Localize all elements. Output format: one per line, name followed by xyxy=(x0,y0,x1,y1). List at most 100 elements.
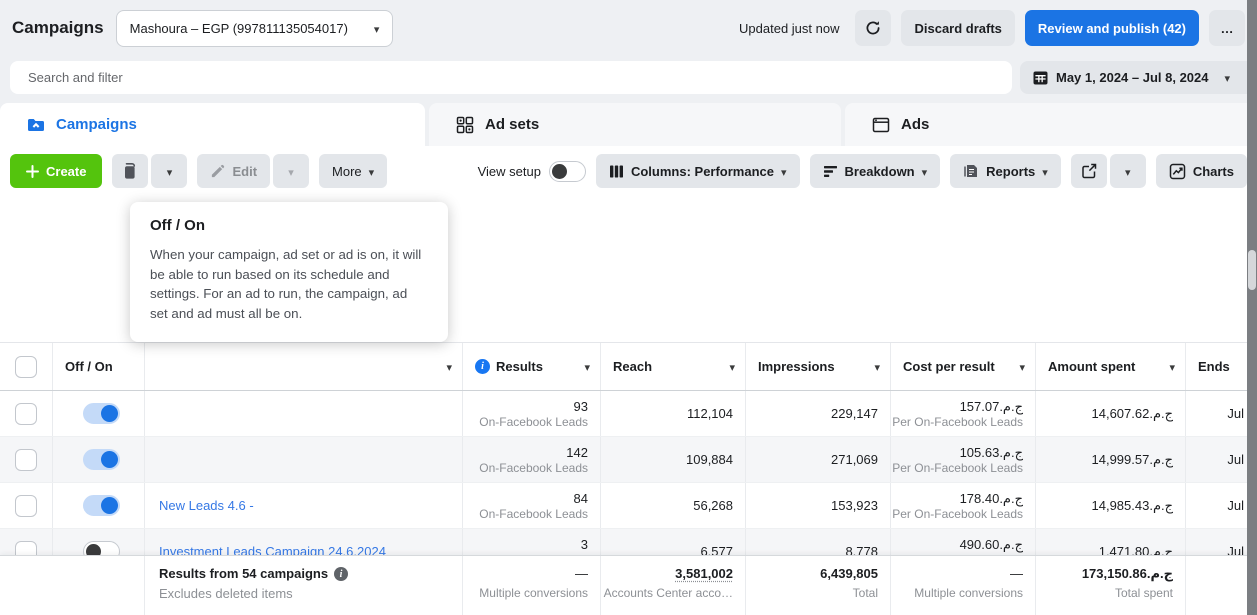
column-header-reach[interactable]: Reach xyxy=(600,343,745,390)
amount-spent-cell: 14,985.43.م.ج xyxy=(1035,483,1185,528)
impressions-cell: 271,069 xyxy=(745,437,890,482)
sort-caret-icon[interactable] xyxy=(874,359,880,374)
vertical-scrollbar[interactable] xyxy=(1247,0,1257,615)
row-toggle-cell xyxy=(52,437,144,482)
campaigns-folder-icon xyxy=(26,115,46,135)
column-header-campaign[interactable] xyxy=(144,343,462,390)
results-column-label: Results xyxy=(496,359,543,374)
calendar-icon xyxy=(1032,69,1049,86)
campaign-name-cell xyxy=(144,437,462,482)
summary-label: Results from 54 campaigns xyxy=(159,565,328,583)
results-cell: 142On-Facebook Leads xyxy=(462,437,600,482)
edit-dropdown-button[interactable] xyxy=(273,154,309,188)
sort-caret-icon[interactable] xyxy=(446,359,452,374)
tab-ads[interactable]: Ads xyxy=(845,103,1257,146)
discard-drafts-button[interactable]: Discard drafts xyxy=(901,10,1014,46)
columns-button[interactable]: Columns: Performance xyxy=(596,154,800,188)
scrollbar-thumb[interactable] xyxy=(1248,250,1256,290)
off-on-tooltip: Off / On When your campaign, ad set or a… xyxy=(130,202,448,342)
duplicate-dropdown-button[interactable] xyxy=(151,154,187,188)
create-button[interactable]: Create xyxy=(10,154,102,188)
results-cell: 84On-Facebook Leads xyxy=(462,483,600,528)
summary-cost-cell: — Multiple conversions xyxy=(890,556,1035,615)
breakdown-button[interactable]: Breakdown xyxy=(810,154,941,188)
tab-ad-sets[interactable]: Ad sets xyxy=(429,103,841,146)
campaign-toggle[interactable] xyxy=(83,449,120,470)
column-header-impressions[interactable]: Impressions xyxy=(745,343,890,390)
page-title: Campaigns xyxy=(12,18,104,38)
sort-caret-icon[interactable] xyxy=(1019,359,1025,374)
summary-results-cell: — Multiple conversions xyxy=(462,556,600,615)
pencil-icon xyxy=(210,164,225,179)
row-checkbox-cell xyxy=(0,391,52,436)
sort-caret-icon[interactable] xyxy=(584,359,590,374)
campaign-toggle[interactable] xyxy=(83,403,120,424)
column-header-results[interactable]: Results xyxy=(462,343,600,390)
more-options-button[interactable]: … xyxy=(1209,10,1245,46)
column-header-amount-spent[interactable]: Amount spent xyxy=(1035,343,1185,390)
chevron-down-icon xyxy=(1125,164,1131,179)
chevron-down-icon xyxy=(374,21,380,36)
table-row: New Leads 4.6 - 84On-Facebook Leads 56,2… xyxy=(0,483,1257,529)
breakdown-icon xyxy=(823,164,838,179)
edit-button[interactable]: Edit xyxy=(197,154,270,188)
account-selector-label: Mashoura – EGP (997811135054017) xyxy=(130,21,348,36)
reach-cell: 109,884 xyxy=(600,437,745,482)
select-all-cell xyxy=(0,343,52,390)
account-selector[interactable]: Mashoura – EGP (997811135054017) xyxy=(116,10,394,47)
reach-column-label: Reach xyxy=(613,359,652,374)
impressions-column-label: Impressions xyxy=(758,359,835,374)
ad-sets-icon xyxy=(455,115,475,135)
cost-per-result-cell: 157.07.م.جPer On-Facebook Leads xyxy=(890,391,1035,436)
campaign-name-link[interactable]: New Leads 4.6 - xyxy=(159,498,254,513)
charts-button[interactable]: Charts xyxy=(1156,154,1247,188)
duplicate-button[interactable] xyxy=(112,154,148,188)
summary-reach-cell: 3,581,002 Accounts Center acco… xyxy=(600,556,745,615)
reports-button[interactable]: Reports xyxy=(950,154,1061,188)
row-checkbox[interactable] xyxy=(15,403,37,425)
export-button[interactable] xyxy=(1071,154,1107,188)
toolbar: Create Edit xyxy=(0,146,1257,196)
campaigns-table: Off / On Results Reach Impressions Cost … xyxy=(0,342,1257,615)
date-range-picker[interactable]: May 1, 2024 – Jul 8, 2024 xyxy=(1020,61,1257,94)
table-row: 93On-Facebook Leads 112,104 229,147 157.… xyxy=(0,391,1257,437)
summary-impressions-cell: 6,439,805 Total xyxy=(745,556,890,615)
summary-spacer xyxy=(52,556,144,615)
table-summary-row: Results from 54 campaigns Excludes delet… xyxy=(0,555,1257,615)
summary-sub-label: Excludes deleted items xyxy=(159,585,462,603)
view-setup-toggle[interactable] xyxy=(549,161,586,182)
campaign-toggle[interactable] xyxy=(83,495,120,516)
toggle-column-label: Off / On xyxy=(65,359,113,374)
tab-ads-label: Ads xyxy=(901,116,929,133)
toggle-knob xyxy=(101,451,118,468)
search-input[interactable] xyxy=(10,61,1012,94)
duplicate-icon xyxy=(122,162,138,180)
review-and-publish-button[interactable]: Review and publish (42) xyxy=(1025,10,1199,46)
reach-cell: 112,104 xyxy=(600,391,745,436)
column-header-cost-per-result[interactable]: Cost per result xyxy=(890,343,1035,390)
sort-caret-icon[interactable] xyxy=(1169,359,1175,374)
chevron-down-icon xyxy=(922,164,928,179)
row-checkbox[interactable] xyxy=(15,495,37,517)
info-icon[interactable] xyxy=(475,359,490,374)
row-checkbox-cell xyxy=(0,483,52,528)
date-range-label: May 1, 2024 – Jul 8, 2024 xyxy=(1056,70,1209,85)
more-menu-label: More xyxy=(332,164,362,179)
refresh-button[interactable] xyxy=(855,10,891,46)
summary-spacer xyxy=(0,556,52,615)
tab-campaigns[interactable]: Campaigns xyxy=(0,103,425,146)
info-icon[interactable] xyxy=(334,567,348,581)
filter-row: May 1, 2024 – Jul 8, 2024 xyxy=(10,61,1257,94)
campaign-name-cell xyxy=(144,391,462,436)
row-checkbox[interactable] xyxy=(15,449,37,471)
tooltip-body: When your campaign, ad set or ad is on, … xyxy=(150,245,428,324)
sort-caret-icon[interactable] xyxy=(729,359,735,374)
tab-campaigns-label: Campaigns xyxy=(56,116,137,133)
amount-spent-cell: 14,999.57.م.ج xyxy=(1035,437,1185,482)
chevron-down-icon xyxy=(288,164,294,179)
toggle-knob xyxy=(101,497,118,514)
export-dropdown-button[interactable] xyxy=(1110,154,1146,188)
more-menu-button[interactable]: More xyxy=(319,154,387,188)
column-header-toggle[interactable]: Off / On xyxy=(52,343,144,390)
select-all-checkbox[interactable] xyxy=(15,356,37,378)
